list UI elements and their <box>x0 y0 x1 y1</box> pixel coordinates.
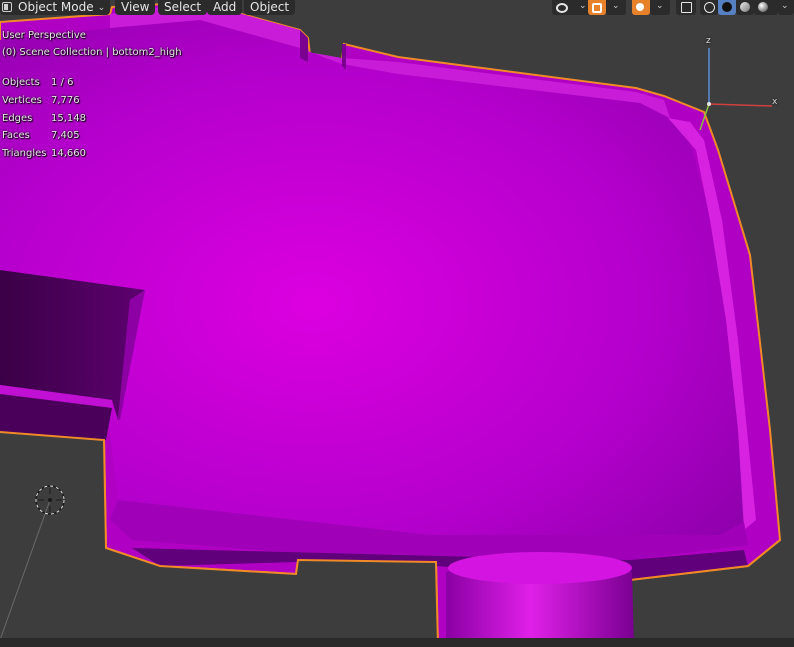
mode-dropdown[interactable]: Object Mode ⌄ <box>0 0 110 15</box>
stat-value-edges: 15,148 <box>51 113 86 124</box>
overlay-options[interactable]: ⌄ <box>650 0 670 15</box>
xray-toggle[interactable] <box>676 0 696 15</box>
material-shading-icon <box>740 2 750 12</box>
gizmo-x-label[interactable]: x <box>772 97 777 107</box>
stat-label-faces: Faces <box>2 130 30 141</box>
stat-label-triangles: Triangles <box>2 148 47 159</box>
xray-icon <box>681 2 692 13</box>
chevron-down-icon: ⌄ <box>781 1 789 11</box>
shading-wireframe[interactable] <box>700 0 718 15</box>
viewport-header: Object Mode ⌄ View Select Add Object ⌄ ⌄ … <box>0 0 794 15</box>
stat-value-vertices: 7,776 <box>51 95 80 106</box>
overlay-toggle[interactable] <box>632 0 650 15</box>
shading-rendered[interactable] <box>754 0 778 15</box>
chevron-down-icon: ⌄ <box>579 1 587 11</box>
menu-view[interactable]: View <box>115 0 156 15</box>
menu-add[interactable]: Add <box>207 0 243 15</box>
gizmo-z-label[interactable]: z <box>706 36 711 46</box>
mode-label: Object Mode <box>18 0 94 14</box>
wireframe-shading-icon <box>704 2 715 13</box>
stat-label-vertices: Vertices <box>2 95 42 106</box>
scene-render[interactable] <box>0 0 794 647</box>
bottom-edge <box>0 638 794 647</box>
shading-options[interactable]: ⌄ <box>778 0 794 15</box>
object-mode-icon <box>2 2 12 12</box>
gizmo-options[interactable]: ⌄ <box>606 0 626 15</box>
solid-shading-icon <box>722 2 732 12</box>
stat-label-edges: Edges <box>2 113 33 124</box>
stat-label-objects: Objects <box>2 77 40 88</box>
eye-icon <box>556 3 568 13</box>
overlay-icon <box>636 3 644 11</box>
visibility-toggle[interactable]: ⌄ <box>552 0 592 15</box>
3d-viewport[interactable]: Object Mode ⌄ View Select Add Object ⌄ ⌄ … <box>0 0 794 647</box>
gizmo-icon <box>592 3 602 13</box>
chevron-down-icon: ⌄ <box>612 1 620 11</box>
gizmo-toggle[interactable] <box>588 0 606 15</box>
chevron-down-icon: ⌄ <box>656 1 664 11</box>
stat-value-objects: 1 / 6 <box>51 77 74 88</box>
menu-object[interactable]: Object <box>244 0 296 15</box>
view-name: User Perspective <box>2 30 86 41</box>
stat-value-faces: 7,405 <box>51 130 80 141</box>
collection-path: (0) Scene Collection | bottom2_high <box>2 47 182 58</box>
menu-select[interactable]: Select <box>158 0 208 15</box>
stat-value-triangles: 14,660 <box>51 148 86 159</box>
shading-solid[interactable] <box>718 0 736 15</box>
3d-cursor-icon[interactable] <box>35 485 65 515</box>
shading-material[interactable] <box>736 0 754 15</box>
rendered-shading-icon <box>758 2 768 12</box>
navigation-gizmo[interactable] <box>699 48 773 131</box>
chevron-down-icon: ⌄ <box>97 3 106 13</box>
